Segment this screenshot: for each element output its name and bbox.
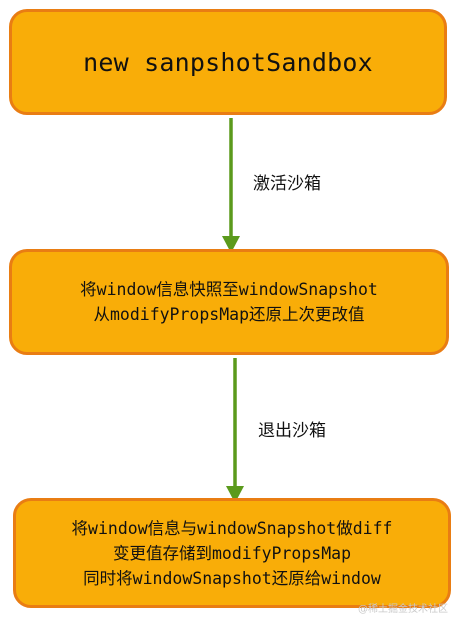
start-node: new sanpshotSandbox [9, 9, 447, 115]
activate-node-line: 从modifyPropsMap还原上次更改值 [93, 305, 365, 324]
exit-node-line: 变更值存储到modifyPropsMap [112, 543, 352, 563]
start-node-label: new sanpshotSandbox [83, 47, 373, 77]
exit-node-line: 同时将windowSnapshot还原给window [83, 568, 381, 588]
exit-sandbox-label: 退出沙箱 [258, 421, 326, 441]
exit-node-line: 将window信息与windowSnapshot做diff [71, 518, 393, 538]
activate-sandbox-label: 激活沙箱 [253, 174, 321, 194]
watermark: @稀土掘金技术社区 [358, 604, 448, 615]
activate-node: 将window信息快照至windowSnapshot 从modifyPropsM… [9, 249, 449, 355]
exit-node: 将window信息与windowSnapshot做diff 变更值存储到modi… [13, 498, 451, 608]
arrow-activate-to-exit [226, 358, 244, 503]
activate-node-line: 将window信息快照至windowSnapshot [80, 280, 378, 299]
arrow-start-to-activate [222, 118, 240, 253]
